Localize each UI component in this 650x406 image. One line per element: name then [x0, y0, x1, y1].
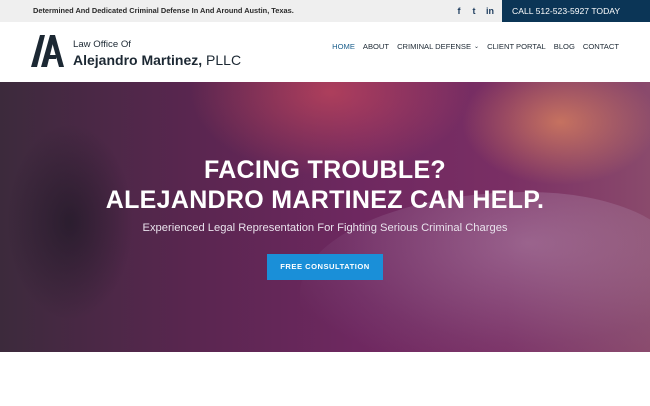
nav-criminal-defense[interactable]: CRIMINAL DEFENSE ⌄ [393, 42, 483, 51]
content-area [0, 352, 650, 406]
main-nav: HOME ABOUT CRIMINAL DEFENSE ⌄ CLIENT PORT… [328, 42, 623, 51]
nav-contact[interactable]: CONTACT [579, 42, 623, 51]
hero-headline: FACING TROUBLE? ALEJANDRO MARTINEZ CAN H… [0, 155, 650, 215]
hero-headline-line-2: ALEJANDRO MARTINEZ CAN HELP. [105, 186, 545, 214]
logo-line-2: Alejandro Martinez, PLLC [73, 52, 241, 68]
facebook-icon[interactable]: f [453, 5, 465, 17]
twitter-icon[interactable]: t [468, 5, 480, 17]
chevron-down-icon: ⌄ [474, 44, 480, 50]
top-bar: Determined And Dedicated Criminal Defens… [0, 0, 650, 22]
call-button[interactable]: CALL 512-523-5927 TODAY [502, 0, 650, 22]
site-header: Law Office Of Alejandro Martinez, PLLC H… [0, 22, 650, 82]
logo-mark-icon [31, 35, 64, 67]
free-consultation-button[interactable]: FREE CONSULTATION [267, 254, 383, 280]
nav-home[interactable]: HOME [328, 42, 359, 51]
nav-client-portal[interactable]: CLIENT PORTAL [483, 42, 550, 51]
nav-blog[interactable]: BLOG [550, 42, 579, 51]
nav-criminal-defense-label: CRIMINAL DEFENSE [397, 42, 472, 51]
tagline: Determined And Dedicated Criminal Defens… [33, 6, 294, 15]
logo-line-1: Law Office Of [73, 39, 131, 50]
linkedin-icon[interactable]: in [484, 5, 496, 17]
hero-headline-line-1: FACING TROUBLE? [204, 156, 446, 184]
hero-banner: FACING TROUBLE? ALEJANDRO MARTINEZ CAN H… [0, 82, 650, 352]
logo-suffix: PLLC [202, 52, 242, 68]
logo-name: Alejandro Martinez, [73, 52, 203, 68]
nav-about[interactable]: ABOUT [359, 42, 393, 51]
hero-background-officer [0, 82, 260, 352]
hero-subheading: Experienced Legal Representation For Fig… [142, 222, 508, 234]
